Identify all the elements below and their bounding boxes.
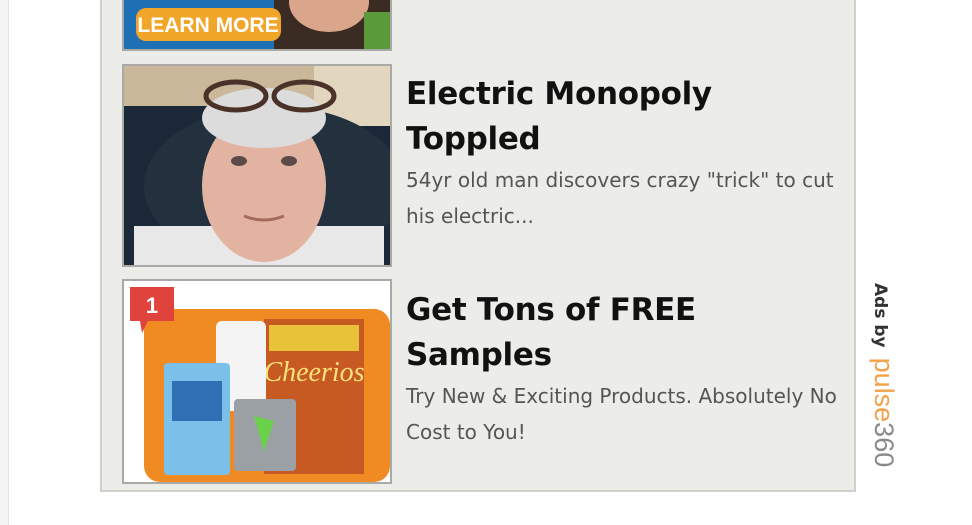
ad-2-thumbnail[interactable] [122, 64, 392, 267]
ad-2-description[interactable]: 54yr old man discovers crazy "trick" to … [406, 162, 846, 234]
ad-3-title[interactable]: Get Tons of FREE Samples [406, 288, 846, 378]
ad-3-description[interactable]: Try New & Exciting Products. Absolutely … [406, 378, 846, 450]
ads-by-attribution[interactable]: Ads by pulse360 [866, 283, 902, 489]
ad-3-thumbnail[interactable]: Cheerios 1 [122, 279, 392, 484]
ad-3-badge: 1 [146, 293, 158, 318]
ad-1-thumbnail[interactable]: LEARN MORE [122, 0, 392, 51]
page-left-rule [0, 0, 9, 525]
ads-by-label: Ads by [870, 283, 890, 348]
pulse-brand-text: pulse [869, 357, 899, 423]
pulse-360-text: 360 [869, 422, 899, 468]
ad-3-text[interactable]: Get Tons of FREE Samples Try New & Excit… [406, 288, 846, 450]
learn-more-button[interactable]: LEARN MORE [137, 14, 278, 37]
ad-2-text[interactable]: Electric Monopoly Toppled 54yr old man d… [406, 72, 846, 234]
svg-text:Cheerios: Cheerios [263, 357, 364, 388]
ad-2-title[interactable]: Electric Monopoly Toppled [406, 72, 846, 162]
